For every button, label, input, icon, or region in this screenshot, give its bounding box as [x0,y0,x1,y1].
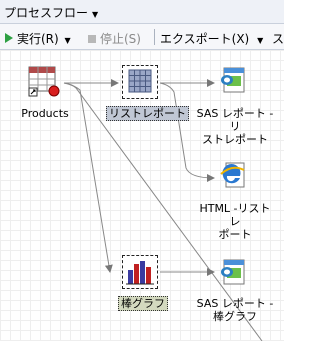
sas-report-2-label-line2: 棒グラフ [213,310,257,323]
toolbar-divider [154,29,155,45]
toolbar: 実行(R) ▼ 停止(S) エクスポート(X) ▼ ス [0,24,284,50]
sas-report-node-2[interactable] [218,258,248,288]
sas-report-icon [221,67,245,93]
html-ie-icon [220,162,245,188]
process-flow-header: プロセスフロー ▼ [0,0,284,24]
products-node[interactable] [28,66,62,100]
sas-report-2-label: SAS レポート - 棒グラフ [192,297,278,323]
export-label: エクスポート(X) [160,32,250,46]
process-flow-title: プロセスフロー [4,6,89,20]
sas-report-1-label: SAS レポート - リ ストレポート [190,107,280,146]
bar-chart-icon [126,261,154,285]
run-icon [5,33,13,43]
html-label-line1: HTML -リストレ [199,202,271,228]
list-report-node[interactable] [122,65,158,99]
run-dropdown-icon[interactable]: ▼ [65,36,71,45]
stop-icon [88,35,96,43]
grid-report-icon [128,69,152,93]
process-flow-canvas[interactable]: Products リストレポート SAS レポート - リ ストレポート HTM… [0,50,284,341]
sas-report-icon [221,259,245,285]
process-flow-menu[interactable]: プロセスフロー ▼ [4,4,98,21]
bar-chart-node[interactable] [122,255,158,289]
products-label: Products [21,107,69,120]
sas-report-1-label-line1: SAS レポート - リ [196,107,274,133]
html-node[interactable] [218,162,248,192]
run-button[interactable]: 実行(R) ▼ [17,30,71,47]
run-label: 実行(R) [17,32,59,46]
html-label: HTML -リストレ ポート [195,202,275,241]
export-button[interactable]: エクスポート(X) ▼ [160,30,263,47]
sas-report-node-1[interactable] [218,66,248,96]
toolbar-overflow-label[interactable]: ス [272,30,284,47]
list-report-label: リストレポート [106,106,189,121]
stop-button[interactable]: 停止(S) [100,30,141,47]
table-icon [28,66,60,97]
sas-report-1-label-line2: ストレポート [202,133,268,146]
export-dropdown-icon[interactable]: ▼ [257,36,263,45]
html-label-line2: ポート [218,228,252,241]
bar-chart-label: 棒グラフ [118,296,168,311]
sas-report-2-label-line1: SAS レポート - [196,297,274,310]
chevron-down-icon: ▼ [92,10,99,19]
